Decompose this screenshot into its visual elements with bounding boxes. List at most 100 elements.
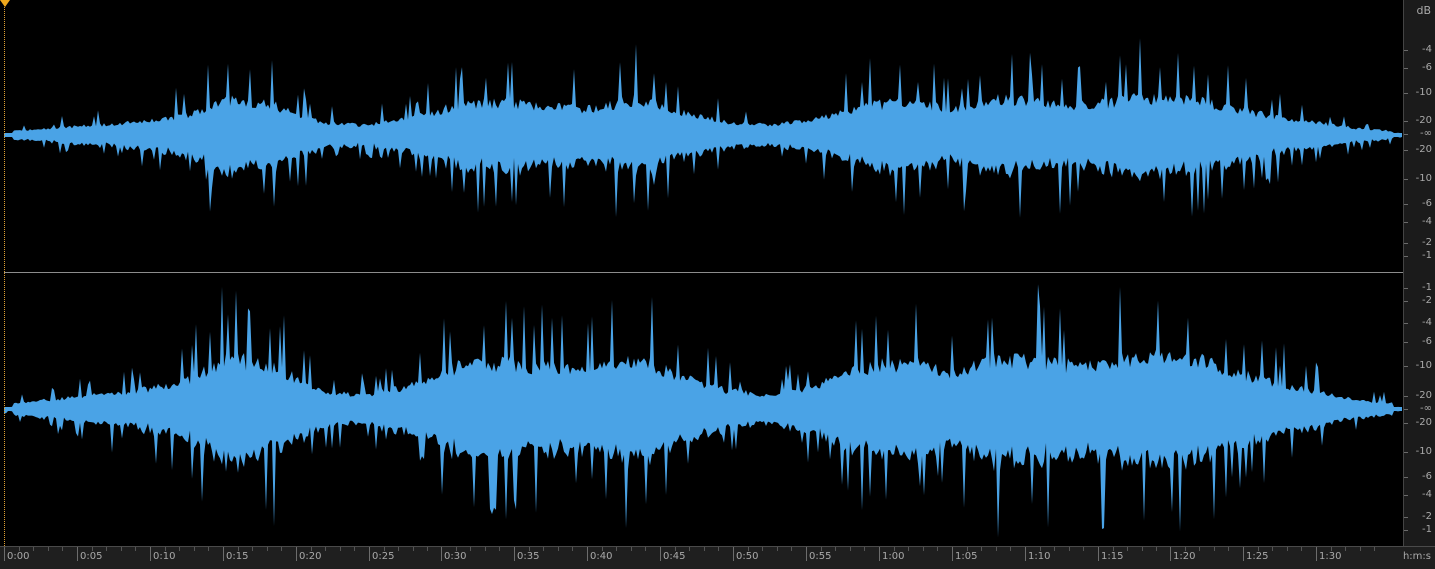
- time-label: 0:20: [299, 551, 322, 562]
- db-tick: [1404, 134, 1408, 135]
- db-tick: [1404, 452, 1408, 453]
- playhead-marker-icon[interactable]: [0, 0, 10, 7]
- db-tick: [1404, 256, 1408, 257]
- time-minor-tick: [1360, 547, 1361, 551]
- bottom-channel-db-label: -20: [1415, 390, 1432, 401]
- top-channel-db-label: -10: [1415, 87, 1432, 98]
- waveform-editor[interactable]: dB -4 -6 -10 -20 -∞ -20 -10 -6 -4 -2 -1 -1 -2 -4 -6 -10…: [0, 0, 1435, 569]
- waveform-svg[interactable]: [4, 0, 1403, 546]
- time-label: 0:50: [736, 551, 759, 562]
- time-unit-label: h:m:s: [1402, 551, 1431, 562]
- time-minor-tick: [238, 547, 239, 551]
- time-minor-tick: [48, 547, 49, 551]
- time-minor-tick: [1199, 547, 1200, 551]
- bottom-channel-db-label: -2: [1422, 295, 1432, 306]
- time-minor-tick: [165, 547, 166, 551]
- bottom-channel-db-label: -6: [1422, 336, 1432, 347]
- time-minor-tick: [1374, 547, 1375, 551]
- time-minor-tick: [1272, 547, 1273, 551]
- time-minor-tick: [894, 547, 895, 551]
- db-unit-label: dB: [1416, 4, 1431, 17]
- time-minor-tick: [311, 547, 312, 551]
- time-minor-tick: [631, 547, 632, 551]
- right-channel-waveform[interactable]: [4, 284, 1402, 538]
- time-minor-tick: [1054, 547, 1055, 551]
- left-channel-waveform[interactable]: [4, 38, 1402, 218]
- time-minor-tick: [135, 547, 136, 551]
- db-tick: [1404, 495, 1408, 496]
- db-tick: [1404, 150, 1408, 151]
- time-minor-tick: [1287, 547, 1288, 551]
- time-minor-tick: [398, 547, 399, 551]
- top-channel-db-label: -6: [1422, 62, 1432, 73]
- bottom-channel-db-label: -1: [1422, 524, 1432, 535]
- bottom-channel-db-label: -10: [1415, 446, 1432, 457]
- bottom-channel-db-label: -20: [1415, 417, 1432, 428]
- time-minor-tick: [470, 547, 471, 551]
- time-label: 0:55: [809, 551, 832, 562]
- time-minor-tick: [616, 547, 617, 551]
- time-minor-tick: [179, 547, 180, 551]
- time-minor-tick: [1127, 547, 1128, 551]
- time-minor-tick: [762, 547, 763, 551]
- time-label: 1:15: [1101, 551, 1124, 562]
- time-label: 1:20: [1173, 551, 1196, 562]
- bottom-channel-db-label: -2: [1422, 511, 1432, 522]
- time-minor-tick: [1258, 547, 1259, 551]
- time-minor-tick: [543, 547, 544, 551]
- time-minor-tick: [572, 547, 573, 551]
- playhead-line[interactable]: [4, 0, 6, 546]
- time-minor-tick: [340, 547, 341, 551]
- time-minor-tick: [267, 547, 268, 551]
- time-minor-tick: [281, 547, 282, 551]
- time-minor-tick: [252, 547, 253, 551]
- db-tick: [1404, 366, 1408, 367]
- time-label: 1:00: [882, 551, 905, 562]
- top-channel-db-label: -1: [1422, 250, 1432, 261]
- time-minor-tick: [1083, 547, 1084, 551]
- time-minor-tick: [1301, 547, 1302, 551]
- db-ruler: dB -4 -6 -10 -20 -∞ -20 -10 -6 -4 -2 -1 -1 -2 -4 -6 -10…: [1403, 0, 1435, 546]
- channel-divider[interactable]: [4, 272, 1435, 273]
- time-minor-tick: [427, 547, 428, 551]
- top-channel-db-label: -20: [1415, 144, 1432, 155]
- time-minor-tick: [456, 547, 457, 551]
- time-ruler[interactable]: h:m:s 0:00 0:05 0:10 0:15 0:20 0:25 0:30 0:35 0:…: [0, 546, 1435, 569]
- time-minor-tick: [718, 547, 719, 551]
- top-channel-db-label: -6: [1422, 198, 1432, 209]
- time-label: 1:25: [1246, 551, 1269, 562]
- time-minor-tick: [1345, 547, 1346, 551]
- time-minor-tick: [981, 547, 982, 551]
- time-minor-tick: [354, 547, 355, 551]
- waveform-display[interactable]: [4, 0, 1403, 546]
- time-minor-tick: [1069, 547, 1070, 551]
- db-tick: [1404, 517, 1408, 518]
- db-tick: [1404, 93, 1408, 94]
- top-channel-db-label: -4: [1422, 216, 1432, 227]
- top-channel-db-label: -4: [1422, 44, 1432, 55]
- time-minor-tick: [835, 547, 836, 551]
- time-minor-tick: [529, 547, 530, 551]
- db-tick: [1404, 530, 1408, 531]
- time-minor-tick: [777, 547, 778, 551]
- time-minor-tick: [33, 547, 34, 551]
- db-tick: [1404, 121, 1408, 122]
- time-minor-tick: [1010, 547, 1011, 551]
- top-channel-db-label: -10: [1415, 173, 1432, 184]
- time-minor-tick: [1185, 547, 1186, 551]
- db-tick: [1404, 396, 1408, 397]
- time-minor-tick: [996, 547, 997, 551]
- time-minor-tick: [485, 547, 486, 551]
- bottom-channel-db-label: -6: [1422, 471, 1432, 482]
- time-minor-tick: [92, 547, 93, 551]
- time-minor-tick: [121, 547, 122, 551]
- time-minor-tick: [864, 547, 865, 551]
- time-minor-tick: [1142, 547, 1143, 551]
- time-minor-tick: [499, 547, 500, 551]
- db-tick: [1404, 423, 1408, 424]
- top-channel-db-label: -∞: [1420, 128, 1432, 139]
- time-label: 0:25: [372, 551, 395, 562]
- time-minor-tick: [791, 547, 792, 551]
- db-tick: [1404, 342, 1408, 343]
- time-minor-tick: [689, 547, 690, 551]
